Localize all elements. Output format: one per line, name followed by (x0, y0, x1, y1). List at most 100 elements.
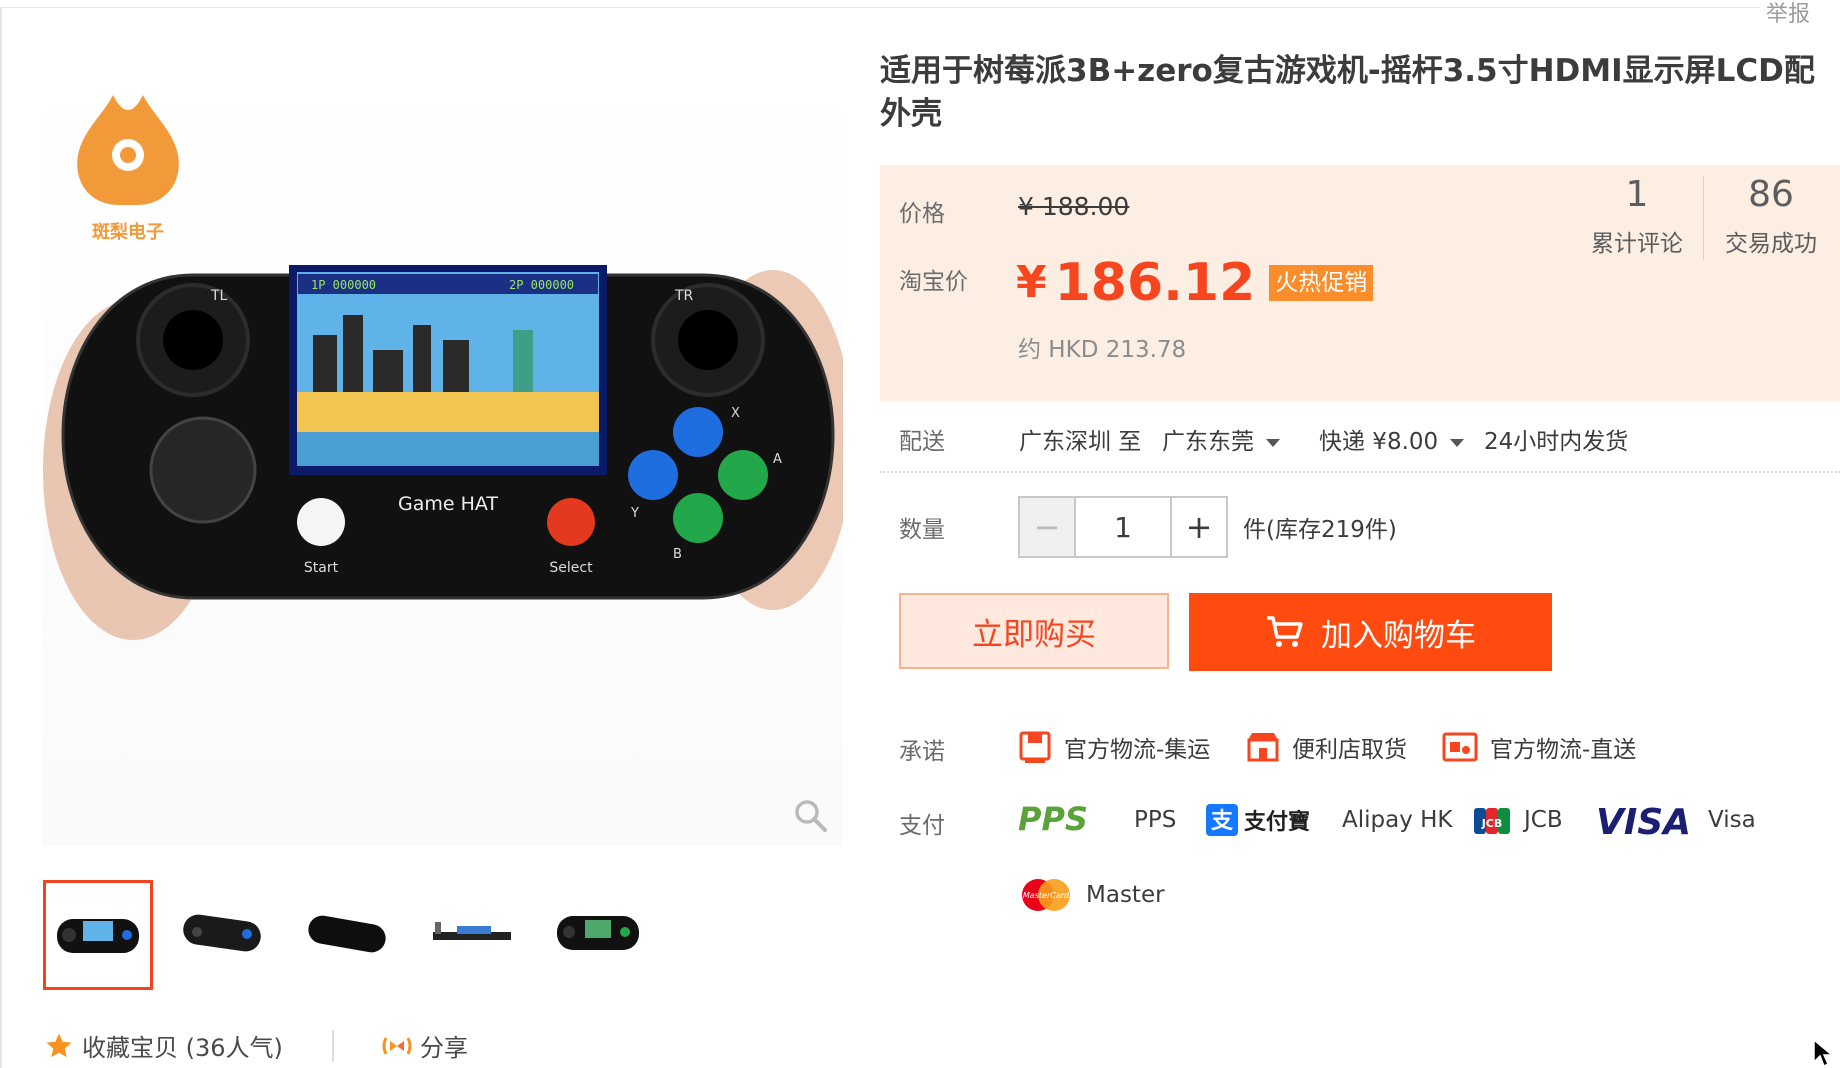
jcb-logo-icon: JCB (1474, 808, 1510, 834)
brand-logo: 斑梨电子 (77, 95, 179, 243)
favorite-share-divider (332, 1030, 334, 1062)
top-divider (0, 7, 1760, 8)
thumbnail-3[interactable] (295, 880, 399, 984)
promise-text: 官方物流-集运 (1064, 737, 1211, 763)
delivery-destination-select[interactable]: 广东东莞 (1162, 422, 1280, 456)
sales-count: 86 交易成功 (1705, 174, 1837, 258)
payment-master[interactable]: MasterCard Master (1018, 877, 1165, 913)
thumbnail-1[interactable] (43, 880, 153, 990)
quantity-stepper: − 1 + (1018, 496, 1228, 558)
delivery-destination: 广东东莞 (1162, 429, 1254, 455)
quantity-input[interactable]: 1 (1074, 498, 1172, 556)
promise-text: 便利店取货 (1292, 737, 1407, 763)
promise-item-store-pickup[interactable]: 便利店取货 (1246, 730, 1407, 764)
add-to-cart-label: 加入购物车 (1321, 617, 1476, 654)
thumbnail-image (557, 916, 639, 950)
payment-text: Master (1086, 882, 1165, 908)
hkd-price: 约 HKD 213.78 (1018, 337, 1187, 363)
payment-label: 支付 (899, 813, 945, 839)
zoom-icon[interactable] (793, 798, 829, 834)
promise-item-consolidated[interactable]: 官方物流-集运 (1018, 730, 1210, 764)
chevron-down-icon (1266, 438, 1280, 447)
svg-text:MasterCard: MasterCard (1023, 891, 1070, 900)
payment-text: Visa (1708, 807, 1756, 833)
share-label: 分享 (420, 1034, 468, 1062)
delivery-from: 广东深圳 至 (1019, 429, 1142, 455)
current-price: ¥ 186.12 火热促销 (1016, 250, 1374, 316)
thumbnail-4[interactable] (420, 880, 524, 984)
original-price: ¥ 188.00 (1018, 192, 1130, 221)
stock-info: 件(库存219件) (1243, 517, 1397, 543)
promise-label: 承诺 (899, 739, 945, 765)
sales-count-number: 86 (1748, 174, 1794, 215)
delivery-truck-icon (1442, 732, 1478, 762)
svg-text:TR: TR (674, 288, 694, 304)
thumbnail-image (308, 915, 386, 953)
taobao-price-label: 淘宝价 (899, 269, 968, 295)
shipping-method-select[interactable]: 快递 ¥8.00 (1319, 422, 1465, 456)
payment-text: PPS (1134, 807, 1177, 833)
svg-text:支: 支 (1211, 809, 1234, 834)
report-link[interactable]: 举报 (1766, 0, 1810, 28)
favorite-label: 收藏宝贝 (36人气) (82, 1034, 283, 1062)
promise-text: 官方物流-直送 (1490, 737, 1637, 763)
price-amount: 186.12 (1054, 253, 1256, 313)
payment-jcb[interactable]: JCB JCB (1472, 802, 1563, 838)
payment-visa[interactable]: VISA Visa (1596, 802, 1756, 838)
mastercard-logo-icon: MasterCard (1022, 879, 1070, 911)
svg-text:2P 000000: 2P 000000 (509, 278, 574, 292)
main-product-image[interactable]: 斑梨电子 1P 000000 2P 000000 Game HAT Start … (43, 50, 843, 846)
pps-logo-icon: PPS (1018, 802, 1088, 838)
promo-badge: 火热促销 (1269, 265, 1374, 301)
payment-pps[interactable]: PPS PPS (1018, 802, 1176, 838)
svg-text:Y: Y (630, 506, 639, 521)
add-to-cart-button[interactable]: 加入购物车 (1189, 593, 1552, 671)
payment-text: Alipay HK (1342, 807, 1453, 833)
currency-symbol: ¥ (1016, 257, 1047, 308)
shipping-fee: 快递 ¥8.00 (1319, 429, 1439, 455)
payment-text: JCB (1524, 807, 1563, 833)
thumbnail-5[interactable] (546, 880, 650, 984)
quantity-label: 数量 (899, 517, 945, 543)
review-count-caption: 累计评论 (1591, 231, 1683, 257)
svg-text:TL: TL (210, 288, 228, 304)
thumbnail-2[interactable] (170, 880, 274, 984)
visa-logo-icon: VISA (1596, 802, 1691, 838)
svg-text:VISA: VISA (1596, 802, 1691, 838)
cart-icon (1267, 616, 1303, 647)
chevron-down-icon (1450, 438, 1465, 447)
svg-text:Select: Select (549, 560, 593, 576)
share-button[interactable]: 分享 (382, 1028, 468, 1063)
quantity-increase-button[interactable]: + (1172, 498, 1226, 556)
alipay-logo-icon: 支 支付寶 (1206, 804, 1310, 836)
store-icon (1247, 733, 1279, 762)
svg-text:Game HAT: Game HAT (398, 493, 498, 515)
sales-count-caption: 交易成功 (1725, 231, 1817, 257)
svg-text:B: B (673, 547, 682, 562)
favorite-button[interactable]: 收藏宝贝 (36人气) (44, 1028, 283, 1063)
logistics-box-icon (1019, 731, 1051, 763)
buy-now-button[interactable]: 立即购买 (899, 593, 1169, 669)
product-title: 适用于树莓派3B+zero复古游戏机-摇杆3.5寸HDMI显示屏LCD配外壳 (880, 53, 1815, 132)
product-photo: 斑梨电子 1P 000000 2P 000000 Game HAT Start … (43, 95, 843, 640)
thumbnail-image (433, 922, 511, 940)
delivery-divider (880, 471, 1840, 473)
thumbnail-image (183, 914, 261, 952)
svg-text:PPS: PPS (1018, 802, 1088, 838)
quantity-decrease-button[interactable]: − (1020, 498, 1074, 556)
left-divider (0, 7, 2, 1068)
price-label: 价格 (899, 201, 945, 227)
review-count-number: 1 (1625, 174, 1649, 215)
thumbnail-image (57, 919, 139, 953)
delivery-label: 配送 (899, 429, 945, 455)
review-count[interactable]: 1 累计评论 (1571, 174, 1703, 258)
mouse-cursor-icon (1813, 1038, 1834, 1068)
payment-alipay-hk[interactable]: 支 支付寶 Alipay HK (1206, 802, 1453, 838)
svg-text:JCB: JCB (1481, 817, 1503, 830)
svg-text:X: X (731, 406, 740, 421)
promise-item-direct[interactable]: 官方物流-直送 (1442, 730, 1636, 764)
star-icon (46, 1033, 72, 1057)
svg-text:支付寶: 支付寶 (1244, 809, 1310, 835)
svg-text:1P 000000: 1P 000000 (311, 278, 376, 292)
stat-divider (1703, 176, 1704, 260)
